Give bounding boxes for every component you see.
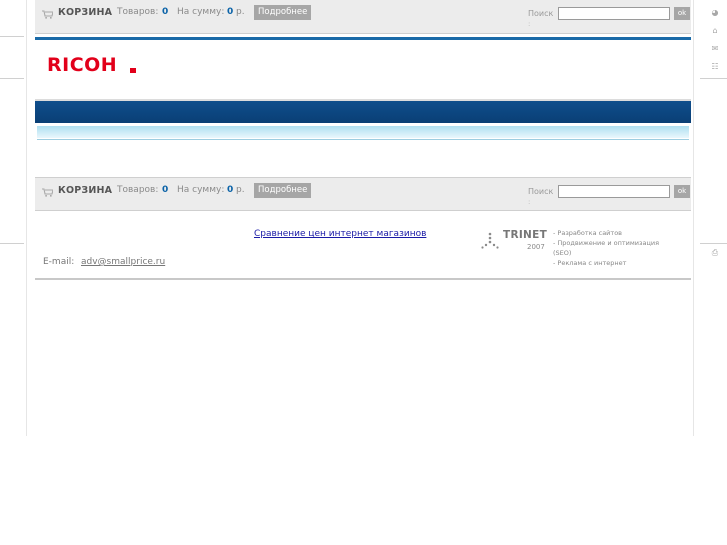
left-rail-divider: [0, 36, 24, 37]
cart-details-button[interactable]: Подробнее: [254, 5, 312, 20]
right-rail-divider: [700, 78, 727, 79]
cart-bar-bottom: КОРЗИНА Товаров: 0 На сумму: 0 р. Подроб…: [35, 177, 691, 211]
footer-bottom-rule: [35, 278, 691, 280]
cart-bar-top: КОРЗИНА Товаров: 0 На сумму: 0 р. Подроб…: [35, 0, 691, 34]
ricoh-logo-dot: [130, 68, 136, 73]
cart-sum-label: На сумму:: [177, 185, 225, 195]
cart-sum-value: 0: [227, 185, 234, 195]
trinet-year: 2007: [527, 243, 545, 251]
price-compare-link[interactable]: Сравнение цен интернет магазинов: [254, 229, 426, 239]
search-ok-button[interactable]: ok: [674, 7, 690, 20]
mail-icon[interactable]: ✉: [710, 44, 720, 53]
sitemap-icon[interactable]: ☷: [710, 62, 720, 71]
header-accent-line: [35, 37, 691, 40]
search-input[interactable]: [558, 185, 670, 198]
cart-currency: р.: [236, 185, 245, 195]
banner-bottom-rule: [37, 139, 689, 140]
search-label: Поиск: [528, 9, 554, 18]
right-rail-divider: [700, 243, 727, 244]
home-page-icon[interactable]: ◕: [710, 8, 720, 17]
left-rail: [0, 0, 27, 436]
cart-items-label: Товаров:: [117, 185, 159, 195]
cart-title: КОРЗИНА: [58, 185, 113, 196]
service-item: - Реклама с интернет: [553, 259, 627, 267]
cart-icon: [42, 188, 53, 197]
cart-currency: р.: [236, 7, 245, 17]
search-colon: :: [528, 198, 531, 206]
home-icon[interactable]: ⌂: [710, 26, 720, 35]
banner-dark-band: [35, 101, 691, 123]
developer-services-list: - Разработка сайтов - Продвижение и опти…: [553, 228, 693, 268]
cart-items-count: 0: [162, 185, 169, 195]
print-icon[interactable]: ⎙: [710, 248, 720, 257]
search-colon: :: [528, 20, 531, 28]
left-rail-divider: [0, 78, 24, 79]
trinet-name[interactable]: TRINET: [503, 229, 547, 241]
cart-title: КОРЗИНА: [58, 7, 113, 18]
ricoh-logo[interactable]: RICOH: [47, 54, 117, 76]
search-input[interactable]: [558, 7, 670, 20]
trinet-logo-icon[interactable]: [478, 231, 502, 253]
cart-sum-value: 0: [227, 7, 234, 17]
cart-items-label: Товаров:: [117, 7, 159, 17]
email-link[interactable]: adv@smallprice.ru: [81, 257, 165, 267]
service-item: - Продвижение и оптимизация: [553, 239, 659, 247]
service-item: - Разработка сайтов: [553, 229, 623, 237]
search-label: Поиск: [528, 187, 554, 196]
cart-items-count: 0: [162, 7, 169, 17]
banner-light-band: [37, 126, 689, 138]
service-item: (SEO): [553, 249, 572, 257]
email-label: E-mail:: [43, 257, 75, 267]
cart-sum-label: На сумму:: [177, 7, 225, 17]
cart-details-button[interactable]: Подробнее: [254, 183, 312, 198]
cart-icon: [42, 10, 53, 19]
search-ok-button[interactable]: ok: [674, 185, 690, 198]
right-rail: ◕ ⌂ ✉ ☷ ⎙: [693, 0, 727, 436]
left-rail-divider: [0, 243, 24, 244]
